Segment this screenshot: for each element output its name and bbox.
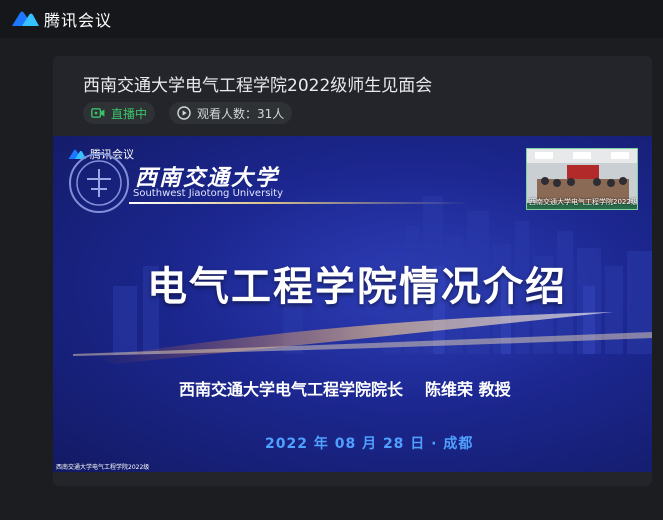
video-camera-icon <box>91 108 105 118</box>
viewer-count-badge: 观看人数：31人 <box>169 102 293 124</box>
tencent-meeting-logo-icon <box>12 11 39 26</box>
header-divider <box>129 202 469 204</box>
meeting-card: 西南交通大学电气工程学院2022级师生见面会 直播中 观看人数：31人 腾讯会议… <box>53 56 652 486</box>
light-swoosh-decoration <box>73 312 652 364</box>
university-name-en: Southwest Jiaotong University <box>133 188 284 199</box>
app-name: 腾讯会议 <box>44 11 113 30</box>
presenter-role: 西南交通大学电气工程学院院长 <box>179 380 404 399</box>
slide-watermark: 西南交通大学电气工程学院2022级 <box>56 464 150 471</box>
viewer-count-label: 观看人数：31人 <box>197 106 285 121</box>
live-status-badge: 直播中 <box>83 102 156 124</box>
slide-date: 2022 年 08 月 28 日 · 成都 <box>265 436 474 452</box>
meeting-title: 西南交通大学电气工程学院2022级师生见面会 <box>83 76 433 96</box>
university-seal-icon <box>69 153 129 213</box>
live-status-label: 直播中 <box>111 106 148 121</box>
shared-screen[interactable]: 腾讯会议 西南交通大学 Southwest Jiaotong Universit… <box>53 136 652 472</box>
presenter-line: 西南交通大学电气工程学院院长 陈维荣 教授 <box>179 376 511 400</box>
play-circle-icon <box>177 106 191 120</box>
camera-video-thumbnail[interactable]: 西南交通大学电气工程学院2022级 <box>526 148 638 210</box>
camera-video-label: 西南交通大学电气工程学院2022级 <box>529 198 638 206</box>
presenter-name: 陈维荣 教授 <box>425 380 511 399</box>
app-title-bar: 腾讯会议 <box>0 0 663 38</box>
slide-title: 电气工程学院情况介绍 <box>147 264 567 310</box>
